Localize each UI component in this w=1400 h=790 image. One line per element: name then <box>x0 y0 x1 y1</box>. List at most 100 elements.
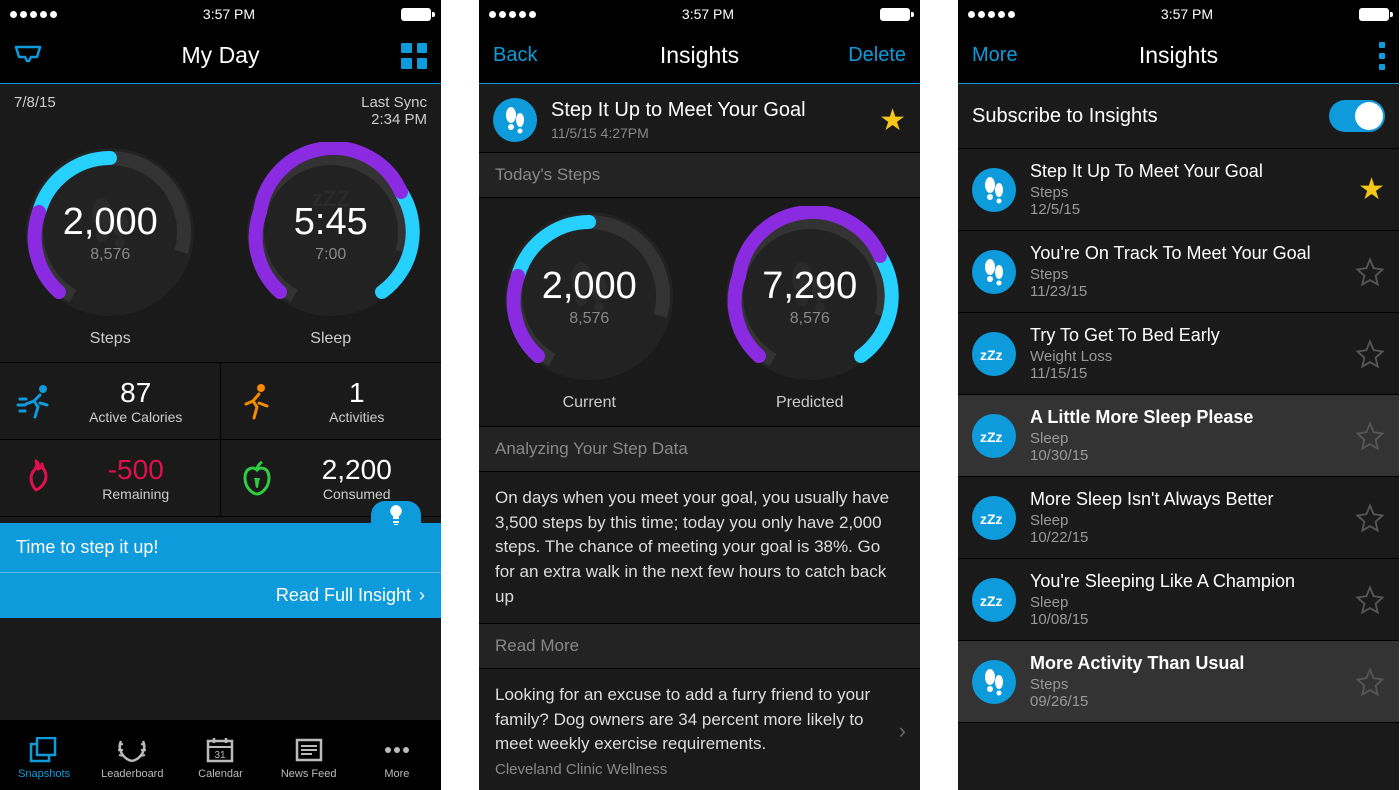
nav-bar: More Insights <box>958 28 1399 84</box>
current-label: Current <box>499 394 679 412</box>
screen-insights-list: 3:57 PM More Insights Subscribe to Insig… <box>958 0 1399 790</box>
predicted-value: 7,290 <box>762 265 857 308</box>
read-more-text: Looking for an excuse to add a furry fri… <box>479 669 899 761</box>
sleep-icon: zZz <box>972 496 1016 540</box>
list-item-category: Weight Loss <box>1030 348 1341 365</box>
steps-icon <box>972 168 1016 212</box>
svg-text:zZz: zZz <box>980 511 1003 527</box>
subscribe-row: Subscribe to Insights <box>958 84 1399 149</box>
svg-text:zZz: zZz <box>980 593 1003 609</box>
signal-dots-icon <box>10 11 57 18</box>
read-full-insight-label: Read Full Insight <box>276 585 411 606</box>
tab-calendar[interactable]: 31 Calendar <box>185 735 255 780</box>
list-item[interactable]: zZzYou're Sleeping Like A ChampionSleep1… <box>958 559 1399 641</box>
star-icon[interactable]: ★ <box>1358 172 1385 207</box>
page-title: My Day <box>84 42 357 69</box>
section-analyzing: Analyzing Your Step Data <box>479 426 920 472</box>
svg-text:zZz: zZz <box>980 429 1003 445</box>
steps-icon <box>493 98 537 142</box>
laurel-icon <box>115 735 149 765</box>
current-value: 2,000 <box>542 265 637 308</box>
read-more-link[interactable]: Looking for an excuse to add a furry fri… <box>479 669 920 790</box>
screen-insight-detail: 3:57 PM Back Insights Delete Step It Up … <box>479 0 920 790</box>
status-bar: 3:57 PM <box>479 0 920 28</box>
tab-snapshots[interactable]: Snapshots <box>9 735 79 780</box>
list-item[interactable]: zZzA Little More Sleep PleaseSleep10/30/… <box>958 395 1399 477</box>
lightbulb-icon[interactable] <box>371 501 421 529</box>
metric-activities[interactable]: 1 Activities <box>221 363 442 440</box>
list-item-title: A Little More Sleep Please <box>1030 407 1341 428</box>
list-item-category: Steps <box>1030 676 1341 693</box>
list-item-title: More Sleep Isn't Always Better <box>1030 489 1341 510</box>
insights-list: Step It Up To Meet Your GoalSteps12/5/15… <box>958 149 1399 723</box>
sleep-icon: zZz <box>972 578 1016 622</box>
sync-header: 7/8/15 Last Sync 2:34 PM <box>0 84 441 134</box>
activity-icon <box>237 381 277 421</box>
status-time: 3:57 PM <box>682 6 734 22</box>
section-todays-steps: Today's Steps <box>479 152 920 198</box>
calendar-icon: 31 <box>206 735 234 765</box>
consumed-label: Consumed <box>289 486 426 502</box>
star-outline-icon[interactable] <box>1355 667 1385 697</box>
delete-button[interactable]: Delete <box>836 44 906 67</box>
tab-bar: Snapshots Leaderboard 31 Calendar News F… <box>0 720 441 790</box>
newsfeed-icon <box>294 735 324 765</box>
current-goal: 8,576 <box>569 310 609 328</box>
more-back-button[interactable]: More <box>972 44 1042 67</box>
star-outline-icon[interactable] <box>1355 503 1385 533</box>
date-label: 7/8/15 <box>14 94 56 128</box>
metric-remaining[interactable]: -500 Remaining <box>0 440 221 517</box>
insight-banner: Time to step it up! Read Full Insight › <box>0 523 441 618</box>
steps-icon <box>972 660 1016 704</box>
chevron-right-icon: › <box>899 718 920 744</box>
star-outline-icon[interactable] <box>1355 585 1385 615</box>
inbox-icon[interactable] <box>14 45 84 67</box>
star-outline-icon[interactable] <box>1355 421 1385 451</box>
steps-value: 2,000 <box>63 201 158 244</box>
list-item-title: Try To Get To Bed Early <box>1030 325 1341 346</box>
nav-bar: Back Insights Delete <box>479 28 920 84</box>
steps-label: Steps <box>20 330 200 348</box>
active-cal-label: Active Calories <box>68 409 204 425</box>
list-item[interactable]: You're On Track To Meet Your GoalSteps11… <box>958 231 1399 313</box>
screen-my-day: 3:57 PM My Day 7/8/15 Last Sync 2:34 PM <box>0 0 441 790</box>
grid-menu-button[interactable] <box>357 43 427 69</box>
nav-bar: My Day <box>0 28 441 84</box>
list-item-date: 11/23/15 <box>1030 283 1341 300</box>
flame-icon <box>16 458 56 498</box>
list-item[interactable]: zZzTry To Get To Bed EarlyWeight Loss11/… <box>958 313 1399 395</box>
back-button[interactable]: Back <box>493 44 563 67</box>
status-time: 3:57 PM <box>203 6 255 22</box>
read-full-insight-link[interactable]: Read Full Insight › <box>0 572 441 618</box>
list-item-date: 12/5/15 <box>1030 201 1344 218</box>
list-item-date: 09/26/15 <box>1030 693 1341 710</box>
insight-title[interactable]: Time to step it up! <box>0 523 441 572</box>
dots-vertical-icon <box>1315 42 1385 70</box>
chevron-right-icon: › <box>419 585 425 606</box>
star-icon[interactable]: ★ <box>879 103 906 138</box>
list-item[interactable]: zZzMore Sleep Isn't Always BetterSleep10… <box>958 477 1399 559</box>
list-item[interactable]: More Activity Than UsualSteps09/26/15 <box>958 641 1399 723</box>
remaining-value: -500 <box>68 454 204 486</box>
sleep-gauge[interactable]: zZZ 5:45 7:00 Sleep <box>241 142 421 348</box>
list-item-category: Sleep <box>1030 594 1341 611</box>
tab-more[interactable]: More <box>362 735 432 780</box>
metric-active-calories[interactable]: 87 Active Calories <box>0 363 221 440</box>
steps-icon <box>972 250 1016 294</box>
page-title: Insights <box>1042 42 1315 69</box>
star-outline-icon[interactable] <box>1355 339 1385 369</box>
tab-leaderboard[interactable]: Leaderboard <box>97 735 167 780</box>
list-item-date: 10/08/15 <box>1030 611 1341 628</box>
list-item[interactable]: Step It Up To Meet Your GoalSteps12/5/15… <box>958 149 1399 231</box>
star-outline-icon[interactable] <box>1355 257 1385 287</box>
steps-gauge[interactable]: 2,000 8,576 Steps <box>20 142 200 348</box>
svg-text:zZz: zZz <box>980 347 1003 363</box>
grid-icon <box>401 43 427 69</box>
tab-newsfeed[interactable]: News Feed <box>274 735 344 780</box>
insight-date: 11/5/15 4:27PM <box>551 125 865 141</box>
menu-button[interactable] <box>1315 42 1385 70</box>
active-cal-value: 87 <box>68 377 204 409</box>
insight-title: Step It Up to Meet Your Goal <box>551 99 865 122</box>
subscribe-toggle[interactable] <box>1329 100 1385 132</box>
list-item-category: Steps <box>1030 184 1344 201</box>
